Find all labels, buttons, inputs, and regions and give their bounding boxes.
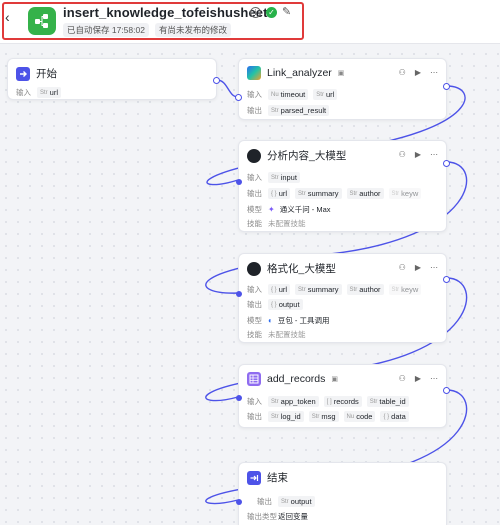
row-label: 模型	[247, 316, 262, 325]
more-icon[interactable]: ⋯	[430, 374, 438, 383]
model-name: 豆包 - 工具调用	[277, 316, 330, 325]
variable-tag: Str input	[268, 172, 300, 183]
skill-status: 未配置技能	[268, 330, 306, 339]
row-label: 输出	[247, 106, 262, 115]
run-icon[interactable]: ▶	[415, 374, 421, 383]
debug-icon[interactable]: ⚇	[399, 263, 406, 272]
variable-tag: Str summary	[295, 284, 342, 295]
check-status-icon: ✓	[266, 7, 277, 18]
format-llm-node[interactable]: 格式化_大模型 ⚇ ▶ ⋯ 输入 { } url Str summary Str au…	[236, 253, 450, 343]
more-icon[interactable]: ⋯	[430, 150, 438, 159]
variable-tag: Nu code	[343, 411, 376, 422]
run-icon[interactable]: ▶	[415, 263, 421, 272]
debug-icon[interactable]: ⚇	[399, 150, 406, 159]
info-icon[interactable]: i	[250, 7, 261, 18]
variable-tag: { } output	[268, 299, 303, 310]
output-type-value: 返回变量	[278, 512, 308, 521]
row-label: 输入	[247, 90, 262, 99]
node-title: 开始	[36, 68, 57, 80]
input-port[interactable]	[236, 499, 242, 505]
row-label: 技能	[247, 330, 262, 339]
model-name: 通义千问 - Max	[279, 205, 331, 214]
variable-tag: Str author	[346, 284, 384, 295]
variable-tag: Str url	[37, 87, 62, 98]
variable-tag: Str log_id	[268, 411, 304, 422]
end-node[interactable]: 结束 输出 Str output 输出类型 返回变量	[236, 462, 447, 525]
plugin-badge-icon: ▣	[337, 70, 345, 77]
variable-tag: Str table_id	[366, 396, 409, 407]
input-port[interactable]	[236, 179, 242, 185]
variable-tag: [ ] records	[323, 396, 362, 407]
plugin-badge-icon: ▣	[331, 376, 338, 383]
input-port[interactable]	[235, 94, 242, 101]
variable-tag: Nu timeout	[268, 89, 309, 100]
add-records-node[interactable]: add_records ▣ ⚇ ▶ ⋯ 输入 Str app_token [ ] r…	[236, 364, 450, 428]
row-label: 输入	[247, 285, 262, 294]
variable-tag: { } url	[268, 284, 291, 295]
model-icon: ✦	[268, 205, 275, 214]
output-port[interactable]	[443, 83, 450, 90]
start-node[interactable]: 开始 输入 Str url	[7, 58, 220, 100]
end-icon	[247, 470, 261, 485]
run-icon[interactable]: ▶	[415, 68, 421, 77]
variable-tag: Str msg	[308, 411, 339, 422]
start-icon	[16, 66, 30, 81]
edit-icon[interactable]: ✎	[282, 7, 293, 18]
input-port[interactable]	[236, 395, 242, 401]
workflow-app-icon	[28, 7, 56, 35]
row-label: 输入	[16, 88, 31, 97]
variable-tag: Str author	[346, 188, 384, 199]
node-title: 格式化_大模型	[267, 263, 336, 275]
variable-tag: Str output	[278, 496, 315, 507]
run-icon[interactable]: ▶	[415, 150, 421, 159]
workflow-title[interactable]: insert_knowledge_tofeishusheet	[63, 5, 268, 20]
plugin-icon	[247, 66, 261, 80]
more-icon[interactable]: ⋯	[430, 263, 438, 272]
variable-tag: Str parsed_result	[268, 105, 330, 116]
output-port[interactable]	[443, 276, 450, 283]
row-label: 输出	[247, 300, 262, 309]
variable-tag: Str url	[313, 89, 338, 100]
node-title: 结束	[267, 472, 288, 484]
debug-icon[interactable]: ⚇	[399, 374, 406, 383]
unpublished-status: 有尚未发布的修改	[154, 23, 231, 37]
output-port[interactable]	[213, 77, 220, 84]
variable-tag: Str keyw	[388, 284, 422, 295]
row-label: 输入	[247, 173, 262, 182]
skill-status: 未配置技能	[268, 219, 306, 228]
debug-icon[interactable]: ⚇	[399, 68, 406, 77]
more-icon[interactable]: ⋯	[430, 68, 438, 77]
row-label: 技能	[247, 219, 262, 228]
table-plugin-icon	[247, 372, 261, 386]
link-analyzer-node[interactable]: Link_analyzer ▣ ⚇ ▶ ⋯ 输入 Nu timeout Str ur…	[235, 58, 450, 120]
autosave-status: 已自动保存 17:58:02	[63, 23, 149, 37]
variable-tag: Str summary	[295, 188, 342, 199]
llm-icon	[247, 148, 261, 163]
output-port[interactable]	[443, 160, 450, 167]
node-title: 分析内容_大模型	[267, 150, 347, 162]
output-port[interactable]	[443, 387, 450, 394]
variable-tag: { } data	[380, 411, 409, 422]
row-label: 输出类型	[247, 512, 277, 521]
row-label: 输入	[247, 397, 262, 406]
analyze-llm-node[interactable]: 分析内容_大模型 ⚇ ▶ ⋯ 输入 Str input 输出 { } url Str…	[236, 140, 450, 232]
node-title: add_records	[267, 373, 326, 385]
editor-header: ‹ insert_knowledge_tofeishusheet i ✓ ✎ 已…	[0, 0, 500, 44]
row-label: 输出	[247, 412, 262, 421]
node-title: Link_analyzer	[267, 67, 332, 79]
row-label: 输出	[257, 497, 272, 506]
llm-icon	[247, 261, 261, 276]
variable-tag: { } url	[268, 188, 291, 199]
row-label: 模型	[247, 205, 262, 214]
model-icon: ◐	[268, 316, 273, 325]
variable-tag: Str keyw	[388, 188, 422, 199]
variable-tag: Str app_token	[268, 396, 319, 407]
row-label: 输出	[247, 189, 262, 198]
input-port[interactable]	[236, 291, 242, 297]
